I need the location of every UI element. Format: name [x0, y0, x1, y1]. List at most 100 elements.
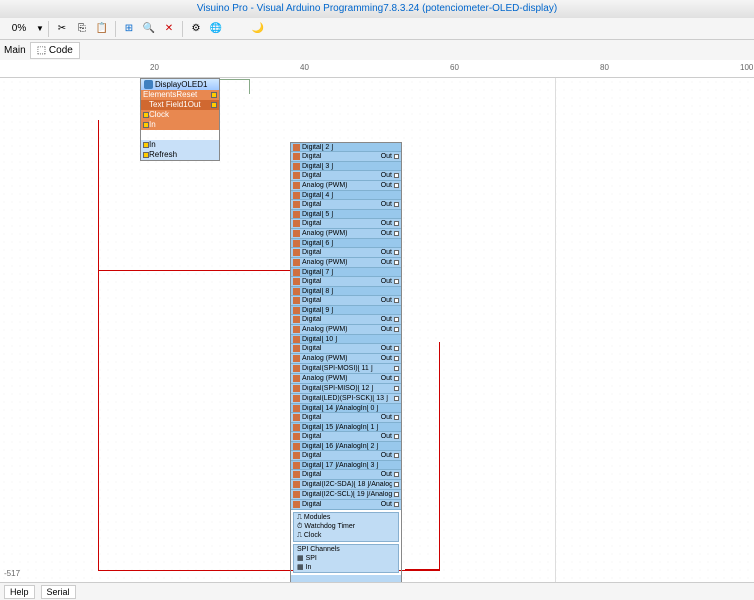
pin-sub-row[interactable]: Digital[ 10 ]	[291, 335, 401, 344]
pin-row[interactable]: Digital(LED)(SPI-SCK)[ 13 ]	[291, 394, 401, 404]
component-arduino[interactable]: Digital[ 2 ]DigitalOutDigital[ 3 ]Digita…	[290, 142, 402, 582]
pin-row[interactable]: DigitalOut	[291, 171, 401, 181]
status-coord: -517	[4, 569, 20, 578]
module-watchdog[interactable]: ⏱ Watchdog Timer	[294, 523, 398, 532]
output-pin[interactable]	[394, 396, 399, 401]
row-textfield[interactable]: Text Field1 Out	[141, 100, 219, 110]
output-pin[interactable]	[394, 502, 399, 507]
pin-sub-row[interactable]: Digital[ 3 ]	[291, 162, 401, 171]
pin-sub-row[interactable]: Digital[ 4 ]	[291, 191, 401, 200]
module-clock[interactable]: ⎍ Clock	[294, 532, 398, 541]
output-pin[interactable]	[394, 327, 399, 332]
row-clock[interactable]: Clock	[141, 110, 219, 120]
output-pin[interactable]	[394, 482, 399, 487]
output-pin[interactable]	[394, 366, 399, 371]
tool-search-icon[interactable]: 🔍	[140, 20, 158, 38]
pin-sub-row[interactable]: Digital[ 15 ]/AnalogIn[ 1 ]	[291, 423, 401, 432]
pin-sub-row[interactable]: Digital[ 2 ]	[291, 143, 401, 152]
output-pin[interactable]	[394, 415, 399, 420]
output-pin[interactable]	[394, 279, 399, 284]
pin-row[interactable]: DigitalOut	[291, 470, 401, 480]
row-elements[interactable]: Elements Reset	[141, 90, 219, 100]
pin-sub-row[interactable]: Digital[ 16 ]/AnalogIn[ 2 ]	[291, 442, 401, 451]
row-in2[interactable]: In	[141, 140, 219, 150]
pin-row[interactable]: DigitalOut	[291, 200, 401, 210]
pin-row[interactable]: DigitalOut	[291, 219, 401, 229]
pin-row[interactable]: DigitalOut	[291, 277, 401, 287]
output-pin[interactable]	[394, 250, 399, 255]
pin-row[interactable]: Digital(SPI-MOSI)[ 11 ]	[291, 364, 401, 374]
component-header[interactable]: DisplayOLED1	[141, 79, 219, 90]
tool-paste-icon[interactable]: 📋	[93, 20, 111, 38]
output-pin[interactable]	[394, 298, 399, 303]
tool-gear-icon[interactable]: ⚙	[187, 20, 205, 38]
output-pin[interactable]	[394, 472, 399, 477]
tool-delete-icon[interactable]: ✕	[160, 20, 178, 38]
pin-row[interactable]: DigitalOut	[291, 344, 401, 354]
output-pin[interactable]	[394, 260, 399, 265]
output-pin[interactable]	[394, 376, 399, 381]
pin-sub-row[interactable]: Digital[ 5 ]	[291, 210, 401, 219]
pin-row[interactable]: Analog (PWM)Out	[291, 354, 401, 364]
output-pin[interactable]	[394, 356, 399, 361]
pin-sub-row[interactable]: Digital[ 6 ]	[291, 239, 401, 248]
output-pin[interactable]	[394, 317, 399, 322]
tab-main[interactable]: Main	[4, 45, 26, 56]
tool-globe-icon[interactable]: 🌐	[207, 20, 225, 38]
pin-sub-row[interactable]: Digital[ 9 ]	[291, 306, 401, 315]
row-refresh[interactable]: Refresh	[141, 150, 219, 160]
tab-code[interactable]: ⬚ Code	[30, 42, 80, 59]
pulse-icon: ⎍	[297, 514, 304, 521]
pin-out[interactable]	[211, 102, 217, 108]
pin-row[interactable]: DigitalOut	[291, 248, 401, 258]
output-pin[interactable]	[394, 183, 399, 188]
pin-sub-row[interactable]: Digital[ 8 ]	[291, 287, 401, 296]
zoom-level[interactable]: 0%	[4, 20, 34, 38]
tool-cut-icon[interactable]: ✂	[53, 20, 71, 38]
output-pin[interactable]	[394, 221, 399, 226]
output-pin[interactable]	[394, 386, 399, 391]
pin-sub-row[interactable]: Digital[ 17 ]/AnalogIn[ 3 ]	[291, 461, 401, 470]
pin-row[interactable]: DigitalOut	[291, 451, 401, 461]
output-pin[interactable]	[394, 453, 399, 458]
output-pin[interactable]	[394, 173, 399, 178]
output-pin[interactable]	[394, 231, 399, 236]
output-pin[interactable]	[394, 154, 399, 159]
pin-row[interactable]: Analog (PWM)Out	[291, 229, 401, 239]
tool-copy-icon[interactable]: ⎘	[73, 20, 91, 38]
row-in[interactable]: In	[141, 120, 219, 130]
pin-row[interactable]: Digital(I2C-SDA)[ 18 ]/AnalogIn[ 4 ]	[291, 480, 401, 490]
status-help-button[interactable]: Help	[4, 585, 35, 599]
tool-link-icon[interactable]: ⊞	[120, 20, 138, 38]
pin-row[interactable]: Digital(SPI-MISO)[ 12 ]	[291, 384, 401, 394]
component-display-oled[interactable]: DisplayOLED1 Elements Reset Text Field1 …	[140, 78, 220, 161]
canvas[interactable]: DisplayOLED1 Elements Reset Text Field1 …	[0, 78, 754, 582]
pin-row[interactable]: DigitalOut	[291, 315, 401, 325]
pin-row[interactable]: Digital(I2C-SCL)[ 19 ]/AnalogIn[ 5 ]	[291, 490, 401, 500]
pin-row[interactable]: Analog (PWM)Out	[291, 181, 401, 191]
status-serial-button[interactable]: Serial	[41, 585, 76, 599]
output-pin[interactable]	[394, 346, 399, 351]
pin-row[interactable]: DigitalOut	[291, 296, 401, 306]
tool-moon-icon[interactable]: 🌙	[249, 20, 267, 38]
pin-sub-row[interactable]: Digital[ 14 ]/AnalogIn[ 0 ]	[291, 404, 401, 413]
output-pin[interactable]	[394, 202, 399, 207]
folder-icon	[293, 481, 300, 488]
spi-channel[interactable]: ▦ SPI	[294, 554, 398, 563]
pin-row[interactable]: DigitalOut	[291, 152, 401, 162]
pin-row[interactable]: DigitalOut	[291, 500, 401, 510]
pin-row[interactable]: DigitalOut	[291, 432, 401, 442]
folder-icon	[293, 414, 300, 421]
pin-reset[interactable]	[211, 92, 217, 98]
pin-sub-row[interactable]: Digital[ 7 ]	[291, 268, 401, 277]
section-spi[interactable]: SPI Channels ▦ SPI ▦ In	[293, 544, 399, 573]
pin-row[interactable]: Analog (PWM)Out	[291, 325, 401, 335]
spi-in[interactable]: ▦ In	[294, 563, 398, 572]
output-pin[interactable]	[394, 492, 399, 497]
section-modules[interactable]: ⎍ Modules ⏱ Watchdog Timer ⎍ Clock	[293, 512, 399, 542]
output-pin[interactable]	[394, 434, 399, 439]
pin-row[interactable]: Analog (PWM)Out	[291, 374, 401, 384]
pin-row[interactable]: Analog (PWM)Out	[291, 258, 401, 268]
ruler-horizontal: 20 40 60 80 100	[0, 60, 754, 78]
pin-row[interactable]: DigitalOut	[291, 413, 401, 423]
